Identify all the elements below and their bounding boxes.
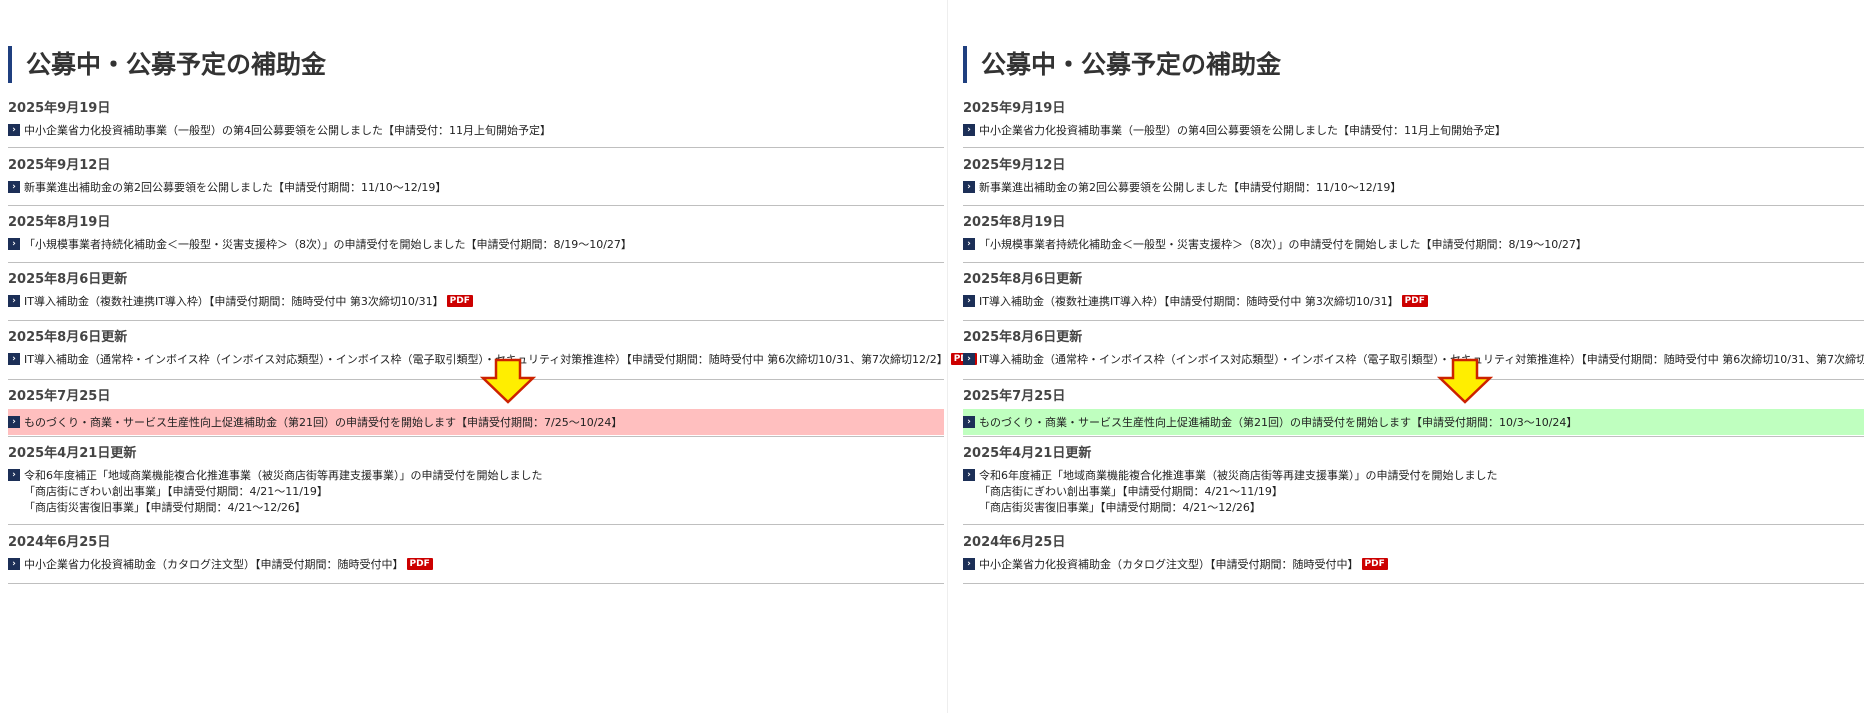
chevron-right-icon: ›: [8, 468, 20, 481]
news-link-text: 令和6年度補正「地域商業機能複合化推進事業（被災商店街等再建支援事業）」の申請受…: [979, 468, 1498, 482]
chevron-right-icon: ›: [963, 237, 975, 250]
news-date: 2025年8月19日: [8, 215, 111, 230]
news-item: 2025年8月19日 › 「小規模事業者持続化補助金＜一般型・災害支援枠＞（8次…: [963, 215, 1864, 263]
news-date: 2025年7月25日: [8, 389, 111, 404]
down-arrow-icon: [1437, 358, 1493, 404]
news-item: 2024年6月25日 › 中小企業省力化投資補助金（カタログ注文型）【申請受付期…: [963, 535, 1864, 584]
news-link[interactable]: › 新事業進出補助金の第2回公募要領を公開しました【申請受付期間：11/10～1…: [8, 178, 944, 195]
news-link[interactable]: › 中小企業省力化投資補助金（カタログ注文型）【申請受付期間：随時受付中】 PD…: [963, 555, 1864, 572]
news-date: 2025年4月21日更新: [8, 446, 137, 461]
news-subline: 「商店街災害復旧事業」【申請受付期間：4/21～12/26】: [979, 501, 1261, 514]
news-date: 2025年9月19日: [8, 101, 111, 116]
news-link[interactable]: › IT導入補助金（複数社連携IT導入枠）【申請受付期間：随時受付中 第3次締切…: [963, 292, 1864, 309]
pdf-icon[interactable]: PDF: [1361, 557, 1388, 570]
page-title: 公募中・公募予定の補助金: [8, 46, 326, 83]
news-date: 2025年9月19日: [963, 101, 1066, 116]
chevron-right-icon: ›: [8, 180, 20, 193]
news-link-text: 令和6年度補正「地域商業機能複合化推進事業（被災商店街等再建支援事業）」の申請受…: [24, 468, 543, 482]
news-link[interactable]: › 中小企業省力化投資補助金（カタログ注文型）【申請受付期間：随時受付中】 PD…: [8, 555, 944, 572]
news-item: 2024年6月25日 › 中小企業省力化投資補助金（カタログ注文型）【申請受付期…: [8, 535, 944, 584]
news-link[interactable]: › IT導入補助金（通常枠・インボイス枠（インボイス対応類型）・インボイス枠（電…: [8, 350, 977, 367]
news-date: 2025年9月12日: [8, 158, 111, 173]
news-date: 2024年6月25日: [8, 535, 111, 550]
news-link-text: IT導入補助金（複数社連携IT導入枠）【申請受付期間：随時受付中 第3次締切10…: [979, 294, 1399, 308]
news-link-text: 中小企業省力化投資補助金（カタログ注文型）【申請受付期間：随時受付中】: [979, 557, 1359, 571]
news-item: 2025年4月21日更新 › 令和6年度補正「地域商業機能複合化推進事業（被災商…: [8, 446, 944, 525]
news-date: 2024年6月25日: [963, 535, 1066, 550]
news-date: 2025年8月6日更新: [8, 330, 128, 345]
pdf-icon[interactable]: PDF: [1401, 294, 1428, 307]
chevron-right-icon: ›: [963, 557, 975, 570]
news-link-text: 中小企業省力化投資補助金（カタログ注文型）【申請受付期間：随時受付中】: [24, 557, 404, 571]
chevron-right-icon: ›: [963, 123, 975, 136]
chevron-right-icon: ›: [8, 416, 20, 428]
news-subline: 「商店街災害復旧事業」【申請受付期間：4/21～12/26】: [24, 501, 306, 514]
news-link-text: ものづくり・商業・サービス生産性向上促進補助金（第21回）の申請受付を開始します…: [979, 416, 1578, 429]
news-link-text: ものづくり・商業・サービス生産性向上促進補助金（第21回）の申請受付を開始します…: [24, 416, 623, 429]
news-item: 2025年8月6日更新 › IT導入補助金（通常枠・インボイス枠（インボイス対応…: [963, 330, 1864, 380]
news-link-text: 中小企業省力化投資補助事業（一般型）の第4回公募要領を公開しました【申請受付：1…: [979, 123, 1506, 137]
chevron-right-icon: ›: [963, 468, 975, 481]
news-link[interactable]: › IT導入補助金（通常枠・インボイス枠（インボイス対応類型）・インボイス枠（電…: [963, 350, 1864, 367]
chevron-right-icon: ›: [8, 294, 20, 307]
down-arrow-icon: [480, 358, 536, 404]
news-item: 2025年9月12日 › 新事業進出補助金の第2回公募要領を公開しました【申請受…: [963, 158, 1864, 206]
chevron-right-icon: ›: [963, 294, 975, 307]
news-subline: 「商店街にぎわい創出事業」【申請受付期間：4/21～11/19】: [24, 485, 328, 498]
news-link[interactable]: › 「小規模事業者持続化補助金＜一般型・災害支援枠＞（8次）」の申請受付を開始し…: [8, 235, 944, 252]
news-date: 2025年4月21日更新: [963, 446, 1092, 461]
news-item: 2025年8月19日 › 「小規模事業者持続化補助金＜一般型・災害支援枠＞（8次…: [8, 215, 944, 263]
chevron-right-icon: ›: [8, 123, 20, 136]
chevron-right-icon: ›: [963, 352, 975, 365]
news-item: 2025年9月12日 › 新事業進出補助金の第2回公募要領を公開しました【申請受…: [8, 158, 944, 206]
chevron-right-icon: ›: [8, 557, 20, 570]
news-item-highlighted: 2025年7月25日 › ものづくり・商業・サービス生産性向上促進補助金（第21…: [963, 389, 1864, 437]
news-date: 2025年8月6日更新: [963, 330, 1083, 345]
news-date: 2025年7月25日: [963, 389, 1066, 404]
news-item: 2025年9月19日 › 中小企業省力化投資補助事業（一般型）の第4回公募要領を…: [8, 101, 944, 148]
news-link[interactable]: › IT導入補助金（複数社連携IT導入枠）【申請受付期間：随時受付中 第3次締切…: [8, 292, 944, 309]
news-item: 2025年8月6日更新 › IT導入補助金（通常枠・インボイス枠（インボイス対応…: [8, 330, 977, 380]
news-item: 2025年4月21日更新 › 令和6年度補正「地域商業機能複合化推進事業（被災商…: [963, 446, 1864, 525]
pdf-icon[interactable]: PDF: [446, 294, 473, 307]
news-date: 2025年9月12日: [963, 158, 1066, 173]
news-link[interactable]: › 中小企業省力化投資補助事業（一般型）の第4回公募要領を公開しました【申請受付…: [963, 121, 1864, 138]
news-link-text: IT導入補助金（複数社連携IT導入枠）【申請受付期間：随時受付中 第3次締切10…: [24, 294, 444, 308]
news-link[interactable]: › 新事業進出補助金の第2回公募要領を公開しました【申請受付期間：11/10～1…: [963, 178, 1864, 195]
news-link-text: 中小企業省力化投資補助事業（一般型）の第4回公募要領を公開しました【申請受付：1…: [24, 123, 551, 137]
news-link-text: IT導入補助金（通常枠・インボイス枠（インボイス対応類型）・インボイス枠（電子取…: [979, 352, 1864, 366]
news-link-text: 「小規模事業者持続化補助金＜一般型・災害支援枠＞（8次）」の申請受付を開始しまし…: [979, 237, 1587, 251]
chevron-right-icon: ›: [8, 237, 20, 250]
news-item: 2025年8月6日更新 › IT導入補助金（複数社連携IT導入枠）【申請受付期間…: [963, 272, 1864, 321]
news-link-text: 「小規模事業者持続化補助金＜一般型・災害支援枠＞（8次）」の申請受付を開始しまし…: [24, 237, 632, 251]
news-date: 2025年8月6日更新: [963, 272, 1083, 287]
chevron-right-icon: ›: [963, 180, 975, 193]
news-link[interactable]: › 「小規模事業者持続化補助金＜一般型・災害支援枠＞（8次）」の申請受付を開始し…: [963, 235, 1864, 252]
pdf-icon[interactable]: PDF: [406, 557, 433, 570]
news-link[interactable]: › 令和6年度補正「地域商業機能複合化推進事業（被災商店街等再建支援事業）」の申…: [8, 466, 944, 483]
news-item: 2025年9月19日 › 中小企業省力化投資補助事業（一般型）の第4回公募要領を…: [963, 101, 1864, 148]
chevron-right-icon: ›: [8, 352, 20, 365]
news-link-text: 新事業進出補助金の第2回公募要領を公開しました【申請受付期間：11/10～12/…: [24, 180, 447, 194]
page-title: 公募中・公募予定の補助金: [963, 46, 1281, 83]
news-item: 2025年8月6日更新 › IT導入補助金（複数社連携IT導入枠）【申請受付期間…: [8, 272, 944, 321]
news-item-highlighted: 2025年7月25日 › ものづくり・商業・サービス生産性向上促進補助金（第21…: [8, 389, 944, 437]
news-link[interactable]: › 令和6年度補正「地域商業機能複合化推進事業（被災商店街等再建支援事業）」の申…: [963, 466, 1864, 483]
news-link-highlighted-after[interactable]: › ものづくり・商業・サービス生産性向上促進補助金（第21回）の申請受付を開始し…: [963, 409, 1864, 435]
news-link-highlighted-before[interactable]: › ものづくり・商業・サービス生産性向上促進補助金（第21回）の申請受付を開始し…: [8, 409, 944, 435]
chevron-right-icon: ›: [963, 416, 975, 428]
news-link-text: 新事業進出補助金の第2回公募要領を公開しました【申請受付期間：11/10～12/…: [979, 180, 1402, 194]
news-link[interactable]: › 中小企業省力化投資補助事業（一般型）の第4回公募要領を公開しました【申請受付…: [8, 121, 944, 138]
news-date: 2025年8月6日更新: [8, 272, 128, 287]
news-date: 2025年8月19日: [963, 215, 1066, 230]
news-subline: 「商店街にぎわい創出事業」【申請受付期間：4/21～11/19】: [979, 485, 1283, 498]
